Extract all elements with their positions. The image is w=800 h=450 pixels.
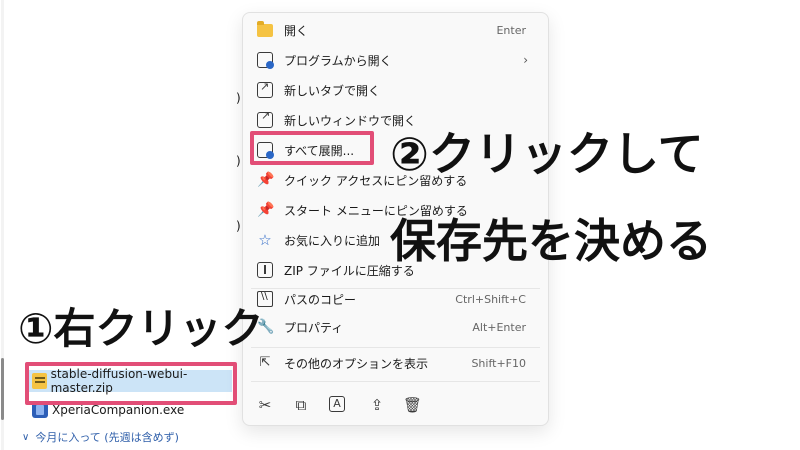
rename-icon[interactable]: A [329, 396, 345, 412]
cut-icon[interactable]: ✂ [256, 396, 274, 414]
pin-start-icon: 📌 [257, 202, 275, 218]
menu-item-new-tab[interactable]: 新しいタブで開く [243, 75, 548, 105]
step2-caption-line2: 保存先を決める [390, 214, 712, 268]
zip-compress-icon [257, 262, 273, 278]
menu-item-copy-path[interactable]: パスのコピー Ctrl+Shift+C [243, 284, 548, 314]
column-fragment: ) [236, 219, 241, 233]
explorer-scrollbar[interactable] [0, 0, 7, 450]
menu-item-label: 新しいタブで開く [284, 83, 381, 98]
share-icon[interactable]: ⇪ [368, 396, 386, 414]
step1-caption: ①右クリック [18, 304, 264, 353]
column-fragment: ) [236, 91, 241, 105]
menu-item-more-options[interactable]: ⇱ その他のオプションを表示 Shift+F10 [243, 348, 548, 378]
copy-icon[interactable]: ⧉ [292, 396, 310, 414]
open-with-icon [257, 52, 274, 69]
highlight-zip-file [25, 362, 237, 405]
folder-icon [257, 21, 273, 37]
menu-item-label: パスのコピー [284, 292, 357, 307]
menu-item-shortcut: Enter [496, 23, 526, 37]
step2-caption-line1: ②クリックして [390, 127, 704, 181]
menu-separator [251, 381, 540, 382]
new-window-icon [257, 109, 273, 128]
pin-icon: 📌 [257, 172, 275, 188]
scrollbar-thumb[interactable] [1, 358, 4, 420]
delete-icon[interactable]: 🗑 [403, 396, 422, 414]
group-header[interactable]: ∨ 今月に入って (先週は含めず) [22, 429, 179, 445]
menu-item-properties[interactable]: 🔧 プロパティ Alt+Enter [243, 312, 548, 342]
menu-item-shortcut: Alt+Enter [472, 320, 526, 334]
menu-item-shortcut: Ctrl+Shift+C [455, 292, 526, 306]
menu-item-label: お気に入りに追加 [284, 233, 381, 248]
file-name: XperiaCompanion.exe [52, 403, 185, 417]
menu-item-open-with[interactable]: プログラムから開く › [243, 45, 548, 75]
more-options-icon: ⇱ [259, 355, 271, 370]
group-header-label: 今月に入って (先週は含めず) [35, 431, 179, 444]
menu-item-label: プログラムから開く [284, 53, 392, 68]
menu-item-open[interactable]: 開く Enter [243, 15, 548, 45]
column-fragment: ) [236, 154, 241, 168]
menu-item-label: 開く [284, 23, 309, 38]
menu-item-shortcut: Shift+F10 [471, 356, 526, 370]
chevron-down-icon: ∨ [22, 431, 30, 443]
quick-action-bar: ✂ ⧉ A ⇪ 🗑 [243, 390, 548, 420]
menu-item-label: その他のオプションを表示 [284, 356, 429, 371]
chevron-right-icon: › [523, 53, 528, 67]
new-tab-icon [257, 80, 273, 98]
highlight-extract-all [250, 131, 374, 165]
star-icon: ☆ [258, 231, 272, 249]
menu-item-label: プロパティ [284, 320, 344, 335]
